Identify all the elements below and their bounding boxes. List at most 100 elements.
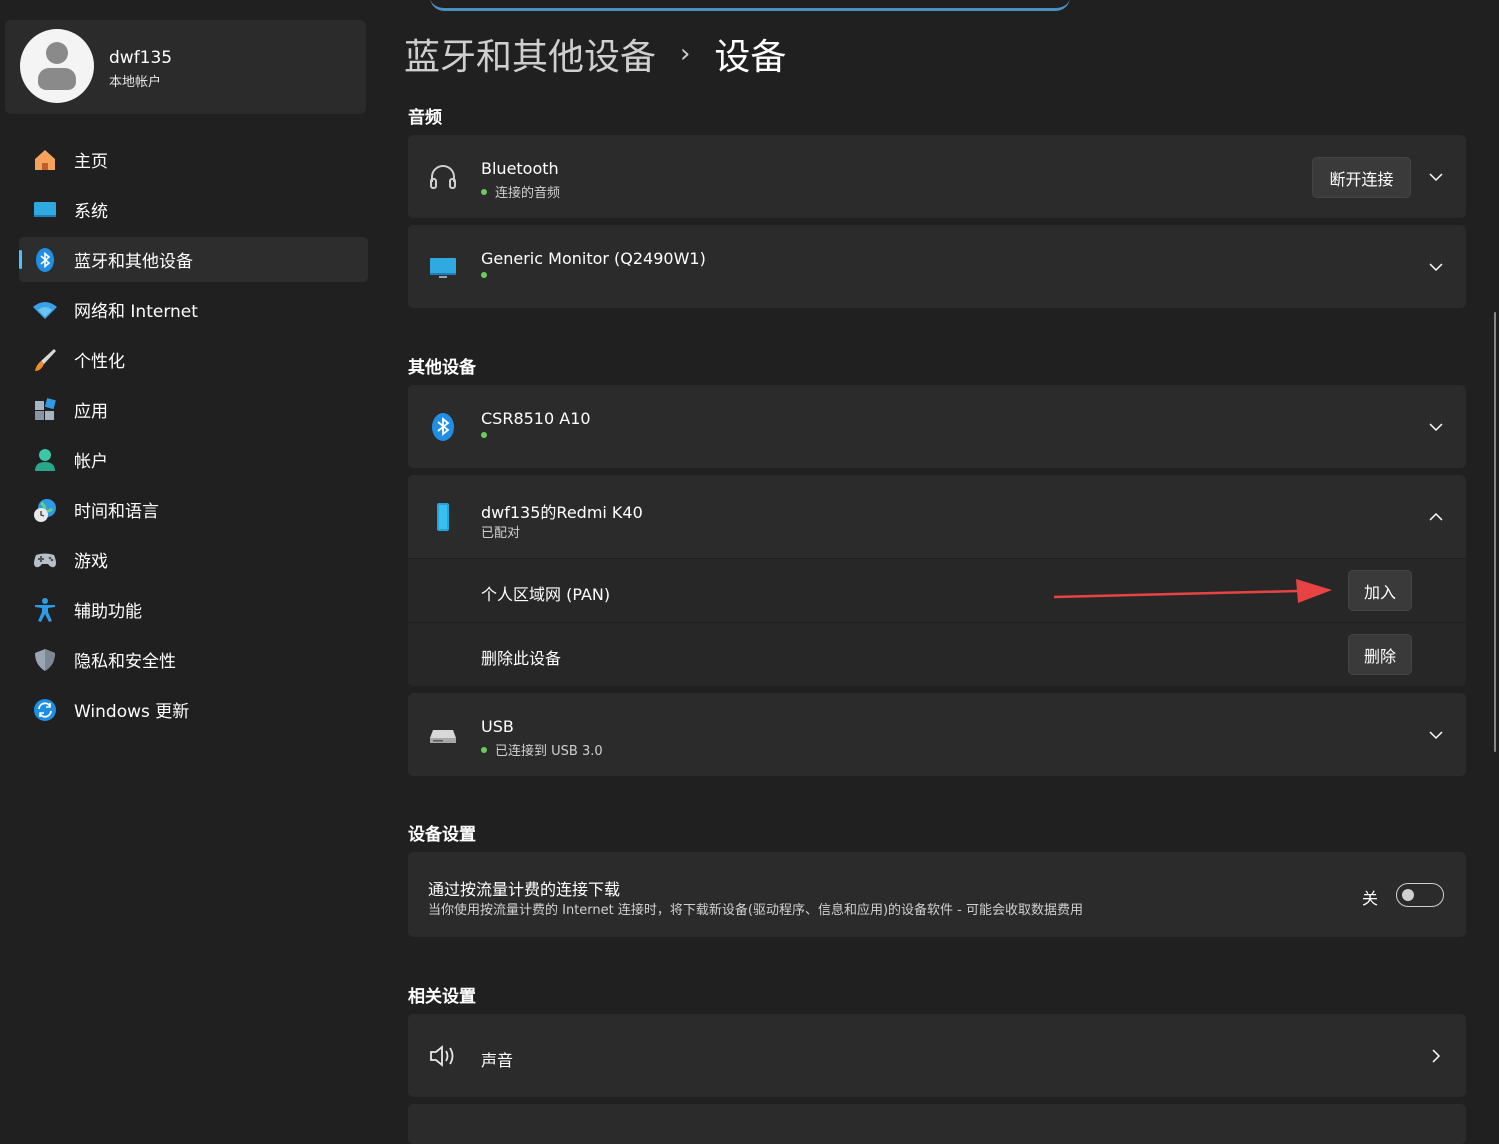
avatar <box>20 29 94 103</box>
apps-icon <box>32 397 58 423</box>
section-title-device-settings: 设备设置 <box>408 825 476 845</box>
breadcrumb-separator: › <box>680 39 691 69</box>
home-icon <box>32 147 58 173</box>
disconnect-button[interactable]: 断开连接 <box>1312 157 1411 198</box>
sidebar-item-time-language[interactable]: 时间和语言 <box>19 487 368 532</box>
sidebar-item-label: 应用 <box>74 402 108 422</box>
sidebar-item-accessibility[interactable]: 辅助功能 <box>19 587 368 632</box>
chevron-down-icon[interactable] <box>1428 727 1444 743</box>
breadcrumb: 蓝牙和其他设备 › 设备 <box>404 28 786 80</box>
connected-dot <box>481 272 487 278</box>
sidebar-item-label: Windows 更新 <box>74 702 190 722</box>
phone-icon <box>428 502 458 532</box>
connected-dot <box>481 432 487 438</box>
remove-device-button[interactable]: 删除 <box>1348 634 1412 675</box>
device-status <box>481 272 495 278</box>
system-icon <box>32 197 58 223</box>
search-bar-edge <box>430 0 1070 11</box>
device-name: Bluetooth <box>481 159 559 178</box>
sidebar-item-label: 系统 <box>74 202 108 222</box>
connected-dot <box>481 188 487 195</box>
shield-icon <box>32 647 58 673</box>
pan-label: 个人区域网 (PAN) <box>481 585 611 604</box>
sidebar-item-gaming[interactable]: 游戏 <box>19 537 368 582</box>
remove-device-row: 删除此设备 删除 <box>408 623 1466 686</box>
sidebar-item-label: 主页 <box>74 152 108 172</box>
page-title: 设备 <box>714 37 787 78</box>
device-name: Generic Monitor (Q2490W1) <box>481 249 706 268</box>
headphones-icon <box>428 162 458 192</box>
metered-description: 当你使用按流量计费的 Internet 连接时，将下载新设备(驱动程序、信息和应… <box>428 903 1083 918</box>
annotation-arrow <box>1053 579 1332 603</box>
metered-toggle[interactable] <box>1396 883 1444 907</box>
device-header-redmi[interactable]: dwf135的Redmi K40 已配对 <box>408 475 1466 558</box>
profile-name: dwf135 <box>109 48 173 68</box>
metered-download-card: 通过按流量计费的连接下载 当你使用按流量计费的 Internet 连接时，将下载… <box>408 852 1466 937</box>
sidebar-item-personalization[interactable]: 个性化 <box>19 337 368 382</box>
device-card-usb[interactable]: USB 已连接到 USB 3.0 <box>408 693 1466 776</box>
chevron-up-icon[interactable] <box>1428 509 1444 525</box>
section-title-audio: 音频 <box>408 108 442 128</box>
sidebar-item-label: 时间和语言 <box>74 502 159 522</box>
sidebar-item-privacy[interactable]: 隐私和安全性 <box>19 637 368 682</box>
device-status-text: 已配对 <box>481 526 521 541</box>
gamepad-icon <box>32 547 58 573</box>
device-card-csr8510[interactable]: CSR8510 A10 <box>408 385 1466 468</box>
chevron-down-icon[interactable] <box>1428 259 1444 275</box>
bluetooth-icon <box>32 247 58 273</box>
wifi-icon <box>32 297 58 323</box>
device-name: USB <box>481 717 514 736</box>
device-status-text: 已连接到 USB 3.0 <box>495 744 603 759</box>
section-title-related: 相关设置 <box>408 987 476 1007</box>
chevron-down-icon[interactable] <box>1428 169 1444 185</box>
sidebar: dwf135 本地帐户 主页 系统 蓝牙和其他设备 网络和 Internet 个… <box>0 0 380 1124</box>
scrollbar[interactable] <box>1494 312 1496 752</box>
device-name: CSR8510 A10 <box>481 409 591 428</box>
section-title-other: 其他设备 <box>408 358 476 378</box>
device-card-redmi: dwf135的Redmi K40 已配对 个人区域网 (PAN) 加入 删除此设… <box>408 475 1466 686</box>
sidebar-item-accounts[interactable]: 帐户 <box>19 437 368 482</box>
sidebar-item-label: 游戏 <box>74 552 108 572</box>
sidebar-item-label: 蓝牙和其他设备 <box>74 252 193 272</box>
sidebar-nav: 主页 系统 蓝牙和其他设备 网络和 Internet 个性化 应用 帐户 时间和… <box>19 137 368 737</box>
main-content: 蓝牙和其他设备 › 设备 音频 Bluetooth 连接的音频 断开连接 Gen… <box>380 0 1499 1144</box>
related-item-next[interactable] <box>408 1104 1466 1144</box>
connected-dot <box>481 746 487 753</box>
accessibility-icon <box>32 597 58 623</box>
device-status <box>481 432 495 438</box>
sidebar-item-windows-update[interactable]: Windows 更新 <box>19 687 368 732</box>
device-status: 连接的音频 <box>481 182 560 201</box>
sidebar-item-network[interactable]: 网络和 Internet <box>19 287 368 332</box>
sidebar-item-system[interactable]: 系统 <box>19 187 368 232</box>
sidebar-item-label: 个性化 <box>74 352 125 372</box>
related-item-sound[interactable]: 声音 <box>408 1014 1466 1097</box>
sidebar-item-label: 网络和 Internet <box>74 302 198 322</box>
globe-clock-icon <box>32 497 58 523</box>
chevron-down-icon[interactable] <box>1428 419 1444 435</box>
toggle-state-label: 关 <box>1362 889 1379 908</box>
sidebar-item-label: 帐户 <box>74 452 108 472</box>
profile-card[interactable]: dwf135 本地帐户 <box>5 20 366 114</box>
sidebar-item-label: 隐私和安全性 <box>74 652 176 672</box>
metered-title: 通过按流量计费的连接下载 <box>428 880 621 899</box>
device-card-bluetooth-audio[interactable]: Bluetooth 连接的音频 断开连接 <box>408 135 1466 218</box>
related-item-label: 声音 <box>481 1051 514 1070</box>
drive-icon <box>428 720 458 750</box>
chevron-right-icon[interactable] <box>1428 1048 1444 1064</box>
join-pan-button[interactable]: 加入 <box>1348 570 1412 611</box>
sidebar-item-label: 辅助功能 <box>74 602 142 622</box>
device-status: 已配对 <box>481 522 520 541</box>
device-card-monitor[interactable]: Generic Monitor (Q2490W1) <box>408 225 1466 308</box>
bluetooth-icon <box>428 412 458 442</box>
speaker-icon <box>428 1041 458 1071</box>
breadcrumb-parent[interactable]: 蓝牙和其他设备 <box>404 28 656 80</box>
sidebar-item-bluetooth[interactable]: 蓝牙和其他设备 <box>19 237 368 282</box>
sidebar-item-apps[interactable]: 应用 <box>19 387 368 432</box>
account-icon <box>32 447 58 473</box>
sidebar-item-home[interactable]: 主页 <box>19 137 368 182</box>
update-icon <box>32 697 58 723</box>
pan-row: 个人区域网 (PAN) 加入 <box>408 559 1466 622</box>
toggle-knob <box>1402 889 1414 901</box>
device-name: dwf135的Redmi K40 <box>481 503 643 522</box>
device-status: 已连接到 USB 3.0 <box>481 740 603 759</box>
